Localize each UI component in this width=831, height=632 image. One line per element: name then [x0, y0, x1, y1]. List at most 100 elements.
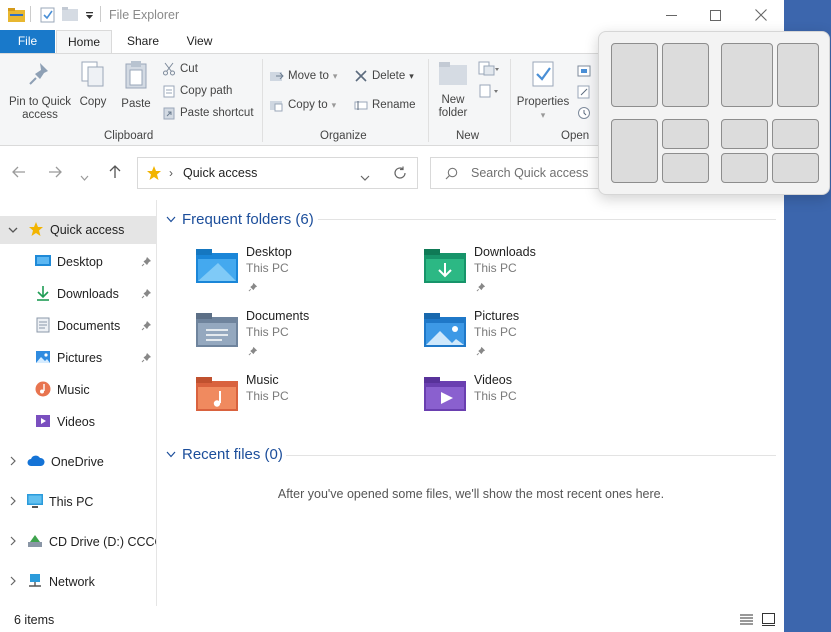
- tab-file[interactable]: File: [0, 30, 55, 53]
- pin-to-quick-access-button[interactable]: Pin to Quick access: [4, 60, 76, 122]
- paste-shortcut-button[interactable]: Paste shortcut: [162, 104, 254, 122]
- folder-tile-videos[interactable]: Videos This PC: [424, 373, 634, 431]
- sidebar-item-label: Videos: [57, 415, 95, 429]
- sidebar-item-this-pc[interactable]: This PC: [0, 488, 156, 516]
- sidebar-item-onedrive[interactable]: OneDrive: [0, 448, 156, 476]
- sidebar-item-downloads[interactable]: Downloads: [0, 280, 156, 308]
- sidebar-item-label: Network: [49, 575, 95, 589]
- forward-arrow-icon[interactable]: [48, 165, 62, 183]
- sidebar-item-cd-drive[interactable]: CD Drive (D:) CCCOMA_X64FRE_EN-US_DV9: [0, 528, 156, 556]
- sidebar-item-documents[interactable]: Documents: [0, 312, 156, 340]
- frequent-folders-title: Frequent folders (6): [182, 210, 314, 228]
- folder-tile-pictures[interactable]: Pictures This PC: [424, 309, 634, 367]
- snap-zone-quad-bottom-left[interactable]: [721, 153, 768, 183]
- snap-zone-halves-right[interactable]: [662, 43, 709, 107]
- snap-zone-top-right[interactable]: [662, 119, 709, 149]
- snap-zone-quad-bottom-right[interactable]: [772, 153, 819, 183]
- refresh-icon[interactable]: [393, 166, 407, 183]
- folder-tile-downloads[interactable]: Downloads This PC: [424, 245, 634, 303]
- close-button[interactable]: [738, 0, 784, 30]
- frequent-folders-header[interactable]: Frequent folders (6): [166, 209, 314, 229]
- details-view-icon[interactable]: [740, 614, 753, 628]
- folder-name: Pictures: [474, 309, 520, 323]
- folder-name: Desktop: [246, 245, 292, 259]
- snap-zone-wide-left[interactable]: [721, 43, 773, 107]
- desktop-folder-icon: [35, 254, 51, 271]
- sidebar-item-music[interactable]: Music: [0, 376, 156, 404]
- delete-button[interactable]: Delete ▾: [354, 67, 414, 85]
- folder-app-icon: [8, 7, 26, 26]
- snap-zone-halves-left[interactable]: [611, 43, 658, 107]
- expand-chevron-right-icon[interactable]: [9, 535, 17, 549]
- recent-files-title: Recent files (0): [182, 445, 283, 463]
- open-button[interactable]: [577, 62, 591, 80]
- edit-button[interactable]: [577, 83, 591, 101]
- tab-home[interactable]: Home: [56, 30, 112, 53]
- easy-access-icon: [479, 84, 498, 98]
- pin-to-quick-access-label-1: Pin to Quick: [9, 96, 71, 108]
- new-item-button[interactable]: [478, 60, 500, 78]
- copy-button[interactable]: Copy: [76, 60, 110, 109]
- expand-chevron-right-icon[interactable]: [9, 575, 17, 589]
- up-arrow-icon[interactable]: [108, 165, 122, 183]
- new-folder-quick-icon[interactable]: [62, 7, 79, 25]
- move-to-button[interactable]: Move to ▾: [270, 67, 337, 85]
- network-icon: [27, 573, 43, 592]
- recent-locations-chevron-icon[interactable]: [80, 168, 89, 185]
- address-bar[interactable]: › Quick access: [137, 157, 418, 189]
- address-history-chevron-icon[interactable]: [360, 170, 370, 184]
- search-input[interactable]: Search Quick access: [430, 157, 600, 189]
- videos-folder-icon: [424, 377, 468, 416]
- tab-view[interactable]: View: [172, 30, 227, 53]
- sidebar-item-videos[interactable]: Videos: [0, 408, 156, 436]
- downloads-folder-icon: [424, 249, 468, 288]
- folder-tile-music[interactable]: Music This PC: [196, 373, 406, 431]
- properties-quick-icon[interactable]: [40, 7, 56, 26]
- paste-button[interactable]: Paste: [118, 60, 154, 111]
- title-separator: [30, 6, 31, 22]
- breadcrumb[interactable]: Quick access: [183, 166, 257, 180]
- paste-shortcut-label: Paste shortcut: [180, 107, 254, 119]
- edit-icon: [577, 85, 590, 99]
- pin-icon: [141, 320, 152, 334]
- easy-access-button[interactable]: [478, 82, 500, 100]
- back-arrow-icon[interactable]: [12, 165, 26, 183]
- sidebar-item-network[interactable]: Network: [0, 568, 156, 596]
- snap-zone-quad-top-right[interactable]: [772, 119, 819, 149]
- copy-path-icon: [163, 85, 175, 98]
- sidebar-item-desktop[interactable]: Desktop: [0, 248, 156, 276]
- music-icon: [35, 381, 51, 400]
- documents-folder-icon: [196, 313, 240, 352]
- section-divider: [286, 455, 776, 456]
- delete-label: Delete: [372, 70, 406, 82]
- large-icons-view-icon[interactable]: [762, 613, 775, 629]
- expand-chevron-right-icon[interactable]: [9, 455, 17, 469]
- history-button[interactable]: [577, 104, 591, 122]
- pin-icon: [476, 281, 486, 295]
- folder-tile-documents[interactable]: Documents This PC: [196, 309, 406, 367]
- expand-chevron-down-icon[interactable]: [8, 223, 18, 237]
- cloud-icon: [27, 455, 45, 470]
- cut-button[interactable]: Cut: [162, 60, 198, 78]
- snap-zone-quad-top-left[interactable]: [721, 119, 768, 149]
- sidebar-item-quick-access[interactable]: Quick access: [0, 216, 156, 244]
- maximize-button[interactable]: [692, 0, 738, 30]
- copy-path-button[interactable]: Copy path: [162, 82, 232, 100]
- expand-chevron-right-icon[interactable]: [9, 495, 17, 509]
- customize-quick-access-icon[interactable]: [85, 10, 94, 24]
- tab-share[interactable]: Share: [114, 30, 172, 53]
- snap-zone-narrow-right[interactable]: [777, 43, 819, 107]
- snap-zone-bottom-right[interactable]: [662, 153, 709, 183]
- minimize-button[interactable]: [648, 0, 694, 30]
- recent-files-header[interactable]: Recent files (0): [166, 444, 283, 464]
- rename-button[interactable]: Rename: [354, 96, 415, 114]
- folder-tile-desktop[interactable]: Desktop This PC: [196, 245, 406, 303]
- sidebar-item-pictures[interactable]: Pictures: [0, 344, 156, 372]
- snap-zone-left-column[interactable]: [611, 119, 658, 183]
- properties-dropdown-icon: ▾: [540, 110, 546, 120]
- properties-button[interactable]: Properties ▾: [514, 60, 572, 122]
- copy-to-button[interactable]: Copy to ▾: [270, 96, 336, 114]
- new-folder-button[interactable]: New folder: [434, 60, 472, 120]
- pin-icon: [248, 281, 258, 295]
- folder-location: This PC: [474, 261, 517, 275]
